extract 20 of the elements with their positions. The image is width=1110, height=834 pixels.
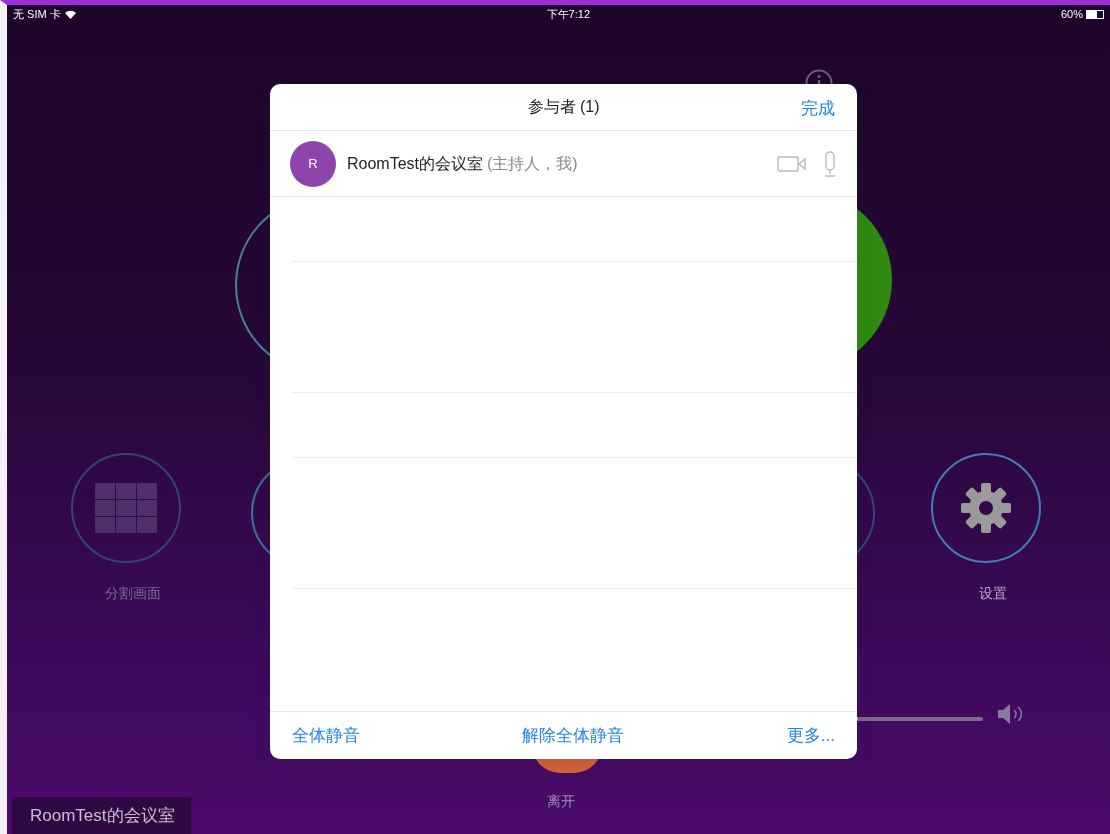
carrier-text: 无 SIM 卡	[13, 6, 61, 22]
settings-button[interactable]	[931, 453, 1041, 563]
battery-text: 60%	[1060, 6, 1083, 22]
control-label: 设置	[978, 584, 1008, 603]
participant-role: (主持人，我)	[487, 153, 578, 174]
clock-text: 下午7:12	[546, 6, 591, 22]
done-button[interactable]: 完成	[801, 96, 835, 122]
wifi-icon	[64, 9, 76, 19]
participant-name: RoomTest的会议室	[347, 153, 484, 174]
battery-icon	[1086, 9, 1104, 19]
leave-label: 离开	[547, 792, 575, 811]
footer-button[interactable]: 更多...	[786, 722, 835, 749]
footer-button[interactable]: 解除全体静音	[522, 722, 625, 749]
room-name-label: RoomTest的会议室	[12, 796, 191, 834]
control-label: 分割画面	[104, 584, 162, 603]
grid-icon	[95, 483, 157, 533]
footer-button[interactable]: 全体静音	[292, 722, 360, 749]
settings-icon	[960, 482, 1012, 534]
avatar: R	[290, 140, 336, 187]
dialog-title: 参与者 (1)	[527, 97, 600, 117]
